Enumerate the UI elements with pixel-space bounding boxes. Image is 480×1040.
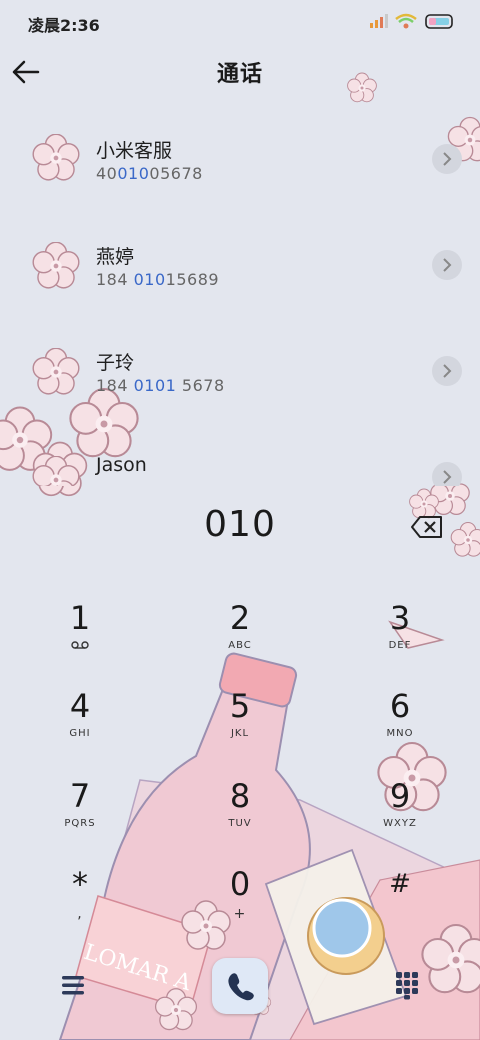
key-1[interactable]: 1	[20, 598, 140, 682]
contact-name: 子玲	[96, 352, 135, 374]
contact-row[interactable]: 燕婷 184 01015689	[0, 210, 480, 316]
backspace-icon[interactable]	[410, 514, 444, 540]
contact-name: 小米客服	[96, 140, 173, 162]
app-header: 通话	[0, 44, 480, 100]
dialed-number-display: 010	[204, 504, 276, 545]
status-bar: 凌晨2:36	[0, 0, 480, 44]
contact-number: 184 0101 5678	[96, 376, 225, 395]
contact-name: 燕婷	[96, 246, 135, 268]
contact-row[interactable]: 子玲 184 0101 5678	[0, 316, 480, 422]
signal-icon	[370, 14, 388, 28]
key-3[interactable]: 3 DEF	[340, 598, 460, 682]
contact-number: 4001005678	[96, 164, 203, 183]
key-4[interactable]: 4 GHI	[20, 686, 140, 770]
contact-suggestions-list: 小米客服 4001005678 燕婷 184 01015689 子玲 184 0…	[0, 104, 480, 486]
call-button[interactable]	[212, 958, 268, 1014]
flower-avatar-icon	[32, 348, 80, 395]
contact-row[interactable]: 小米客服 4001005678	[0, 104, 480, 210]
key-0[interactable]: 0 +	[180, 864, 300, 948]
flower-avatar-icon	[32, 242, 80, 289]
key-hash[interactable]: #	[340, 864, 460, 948]
contact-name: Jason	[96, 454, 147, 476]
chevron-right-icon[interactable]	[432, 250, 462, 280]
voicemail-icon	[71, 641, 89, 649]
svg-text:LOMAR A: LOMAR A	[81, 940, 195, 997]
chevron-right-icon[interactable]	[432, 144, 462, 174]
flower-avatar-icon	[32, 456, 80, 486]
key-6[interactable]: 6 MNO	[340, 686, 460, 770]
flower-avatar-icon	[32, 134, 80, 181]
battery-icon	[425, 14, 453, 29]
key-star[interactable]: * ,	[20, 864, 140, 948]
key-2[interactable]: 2 ABC	[180, 598, 300, 682]
phone-icon	[228, 973, 254, 1001]
key-5[interactable]: 5 JKL	[180, 686, 300, 770]
chevron-right-icon[interactable]	[432, 356, 462, 386]
keypad-icon[interactable]	[394, 970, 420, 1000]
key-9[interactable]: 9 WXYZ	[340, 776, 460, 860]
key-7[interactable]: 7 PQRS	[20, 776, 140, 860]
wifi-icon	[395, 13, 417, 29]
contact-number: 184 01015689	[96, 270, 220, 289]
key-8[interactable]: 8 TUV	[180, 776, 300, 860]
chevron-right-icon[interactable]	[432, 462, 462, 486]
contact-row[interactable]: Jason	[0, 422, 480, 486]
page-title: 通话	[216, 62, 263, 87]
status-time: 凌晨2:36	[28, 16, 100, 35]
status-icons	[370, 13, 453, 29]
menu-icon[interactable]	[58, 970, 88, 1000]
